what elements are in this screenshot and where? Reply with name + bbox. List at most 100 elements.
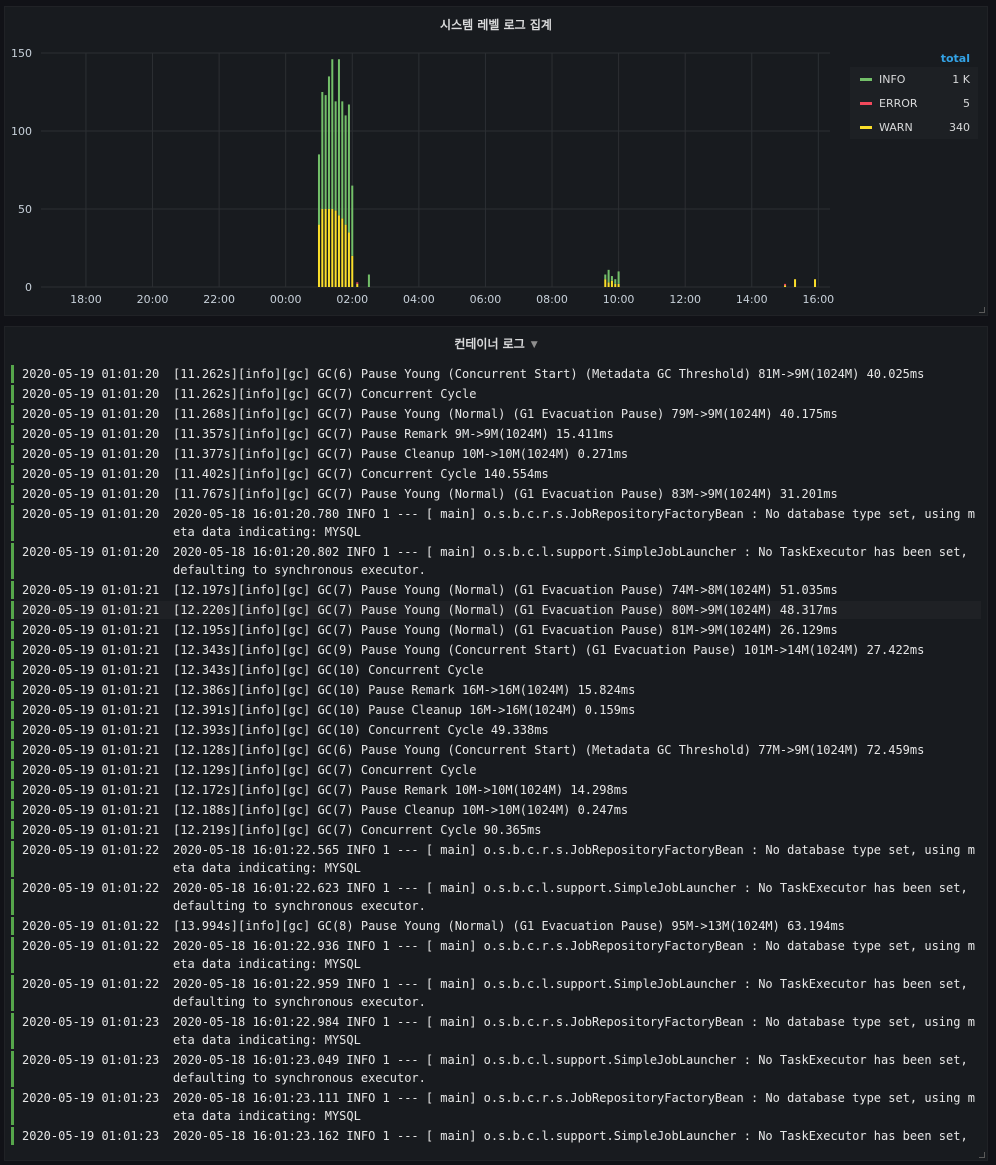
log-row[interactable]: 2020-05-19 01:01:20 2020-05-18 16:01:20.7… <box>11 505 981 541</box>
legend-item-error[interactable]: ERROR 5 <box>850 91 978 115</box>
x-tick-label: 02:00 <box>336 293 368 306</box>
log-message: [11.268s][info][gc] GC(7) Pause Young (N… <box>173 407 838 421</box>
log-row[interactable]: 2020-05-19 01:01:20 [11.357s][info][gc] G… <box>11 425 981 443</box>
chart-panel: 시스템 레벨 로그 집계 0 50 100 150 18:00 20:00 22:00 00:… <box>4 6 988 316</box>
log-row[interactable]: 2020-05-19 01:01:22 2020-05-18 16:01:22.6… <box>11 879 981 915</box>
log-row[interactable]: 2020-05-19 01:01:23 2020-05-18 16:01:23.1… <box>11 1089 981 1125</box>
log-timestamp: 2020-05-19 01:01:21 <box>22 763 160 777</box>
log-message: [11.767s][info][gc] GC(7) Pause Young (N… <box>173 487 838 501</box>
bar-info <box>347 104 350 233</box>
log-message: 2020-05-18 16:01:23.162 INFO 1 --- [ mai… <box>173 1129 968 1143</box>
x-tick-label: 22:00 <box>203 293 235 306</box>
log-message: 2020-05-18 16:01:20.802 INFO 1 --- [ mai… <box>173 545 975 577</box>
bar-warn <box>604 279 607 287</box>
log-timestamp: 2020-05-19 01:01:21 <box>22 623 160 637</box>
log-row[interactable]: 2020-05-19 01:01:22 [13.994s][info][gc] G… <box>11 917 981 935</box>
log-timestamp: 2020-05-19 01:01:21 <box>22 683 160 697</box>
log-row[interactable]: 2020-05-19 01:01:21 [12.129s][info][gc] G… <box>11 761 981 779</box>
x-tick-label: 08:00 <box>536 293 568 306</box>
log-row[interactable]: 2020-05-19 01:01:23 2020-05-18 16:01:23.1… <box>11 1127 981 1145</box>
bar-warn <box>334 210 337 287</box>
log-timestamp: 2020-05-19 01:01:22 <box>22 843 160 857</box>
x-tick-label: 14:00 <box>736 293 768 306</box>
bar-warn <box>356 283 359 287</box>
log-timestamp: 2020-05-19 01:01:20 <box>22 387 160 401</box>
log-row[interactable]: 2020-05-19 01:01:21 [12.343s][info][gc] G… <box>11 641 981 659</box>
log-row[interactable]: 2020-05-19 01:01:20 2020-05-18 16:01:20.8… <box>11 543 981 579</box>
log-message: [11.377s][info][gc] GC(7) Pause Cleanup … <box>173 447 629 461</box>
log-message: [11.262s][info][gc] GC(7) Concurrent Cyc… <box>173 387 477 401</box>
chevron-down-icon[interactable]: ▼ <box>531 340 538 350</box>
log-row[interactable]: 2020-05-19 01:01:20 [11.402s][info][gc] G… <box>11 465 981 483</box>
legend-total-header[interactable]: total <box>850 51 978 67</box>
log-timestamp: 2020-05-19 01:01:22 <box>22 881 160 895</box>
legend-value: 5 <box>963 96 970 110</box>
chart-panel-resize-handle[interactable] <box>979 307 985 313</box>
log-row[interactable]: 2020-05-19 01:01:21 [12.219s][info][gc] G… <box>11 821 981 839</box>
bar-warn <box>317 224 320 287</box>
log-timestamp: 2020-05-19 01:01:20 <box>22 487 160 501</box>
log-message: 2020-05-18 16:01:22.936 INFO 1 --- [ mai… <box>173 939 975 971</box>
log-row[interactable]: 2020-05-19 01:01:22 2020-05-18 16:01:22.9… <box>11 975 981 1011</box>
bar-warn <box>347 232 350 287</box>
log-timestamp: 2020-05-19 01:01:20 <box>22 367 160 381</box>
y-tick-label: 100 <box>11 125 32 138</box>
log-message: 2020-05-18 16:01:22.984 INFO 1 --- [ mai… <box>173 1015 975 1047</box>
log-message: [12.219s][info][gc] GC(7) Concurrent Cyc… <box>173 823 542 837</box>
bar-warn <box>321 209 324 287</box>
log-row[interactable]: 2020-05-19 01:01:23 2020-05-18 16:01:22.9… <box>11 1013 981 1049</box>
bar-info <box>327 76 330 210</box>
log-row[interactable]: 2020-05-19 01:01:21 [12.393s][info][gc] G… <box>11 721 981 739</box>
log-row[interactable]: 2020-05-19 01:01:22 2020-05-18 16:01:22.5… <box>11 841 981 877</box>
log-timestamp: 2020-05-19 01:01:23 <box>22 1091 160 1105</box>
log-timestamp: 2020-05-19 01:01:20 <box>22 545 160 559</box>
log-timestamp: 2020-05-19 01:01:21 <box>22 703 160 717</box>
log-row[interactable]: 2020-05-19 01:01:21 [12.188s][info][gc] G… <box>11 801 981 819</box>
bar-warn <box>614 283 617 287</box>
log-row[interactable]: 2020-05-19 01:01:21 [12.343s][info][gc] G… <box>11 661 981 679</box>
x-tick-label: 00:00 <box>270 293 302 306</box>
bar-error <box>784 283 787 286</box>
log-row[interactable]: 2020-05-19 01:01:21 [12.391s][info][gc] G… <box>11 701 981 719</box>
bar-info <box>344 115 347 225</box>
log-message: 2020-05-18 16:01:23.049 INFO 1 --- [ mai… <box>173 1053 975 1085</box>
log-row[interactable]: 2020-05-19 01:01:21 [12.172s][info][gc] G… <box>11 781 981 799</box>
bar-warn <box>351 255 354 287</box>
log-timestamp: 2020-05-19 01:01:21 <box>22 723 160 737</box>
bar-info <box>610 276 613 281</box>
log-message: 2020-05-18 16:01:20.780 INFO 1 --- [ mai… <box>173 507 975 539</box>
bar-info <box>367 274 370 287</box>
log-row[interactable]: 2020-05-19 01:01:22 2020-05-18 16:01:22.9… <box>11 937 981 973</box>
log-message: [11.357s][info][gc] GC(7) Pause Remark 9… <box>173 427 614 441</box>
log-timestamp: 2020-05-19 01:01:21 <box>22 743 160 757</box>
legend-swatch-info <box>860 77 872 81</box>
log-row[interactable]: 2020-05-19 01:01:21 [12.195s][info][gc] G… <box>11 621 981 639</box>
log-row[interactable]: 2020-05-19 01:01:20 [11.262s][info][gc] G… <box>11 365 981 383</box>
log-row[interactable]: 2020-05-19 01:01:20 [11.262s][info][gc] G… <box>11 385 981 403</box>
log-message: 2020-05-18 16:01:23.111 INFO 1 --- [ mai… <box>173 1091 975 1123</box>
x-tick-label: 20:00 <box>137 293 169 306</box>
log-row[interactable]: 2020-05-19 01:01:20 [11.377s][info][gc] G… <box>11 445 981 463</box>
log-message: [12.128s][info][gc] GC(6) Pause Young (C… <box>173 743 925 757</box>
log-timestamp: 2020-05-19 01:01:22 <box>22 939 160 953</box>
legend-label: ERROR <box>879 96 918 110</box>
log-row[interactable]: 2020-05-19 01:01:20 [11.268s][info][gc] G… <box>11 405 981 423</box>
log-level-chart[interactable]: 0 50 100 150 18:00 20:00 22:00 00:00 02:00 04:00 0… <box>5 7 845 312</box>
legend-item-info[interactable]: INFO 1 K <box>850 67 978 91</box>
log-message: [11.402s][info][gc] GC(7) Concurrent Cyc… <box>173 467 549 481</box>
log-row[interactable]: 2020-05-19 01:01:23 2020-05-18 16:01:23.0… <box>11 1051 981 1087</box>
log-timestamp: 2020-05-19 01:01:20 <box>22 467 160 481</box>
log-message: [13.994s][info][gc] GC(8) Pause Young (N… <box>173 919 845 933</box>
log-row[interactable]: 2020-05-19 01:01:21 [12.197s][info][gc] G… <box>11 581 981 599</box>
log-timestamp: 2020-05-19 01:01:23 <box>22 1129 160 1143</box>
log-row[interactable]: 2020-05-19 01:01:21 [12.220s][info][gc] G… <box>11 601 981 619</box>
log-row[interactable]: 2020-05-19 01:01:20 [11.767s][info][gc] G… <box>11 485 981 503</box>
log-message: [12.391s][info][gc] GC(10) Pause Cleanup… <box>173 703 636 717</box>
bar-info <box>321 92 324 209</box>
logs-panel-resize-handle[interactable] <box>979 1152 985 1158</box>
logs-panel-title[interactable]: 컨테이너 로그 ▼ <box>5 335 987 352</box>
log-row[interactable]: 2020-05-19 01:01:21 [12.386s][info][gc] G… <box>11 681 981 699</box>
log-row[interactable]: 2020-05-19 01:01:21 [12.128s][info][gc] G… <box>11 741 981 759</box>
bar-warn <box>607 282 610 287</box>
legend-item-warn[interactable]: WARN 340 <box>850 115 978 139</box>
